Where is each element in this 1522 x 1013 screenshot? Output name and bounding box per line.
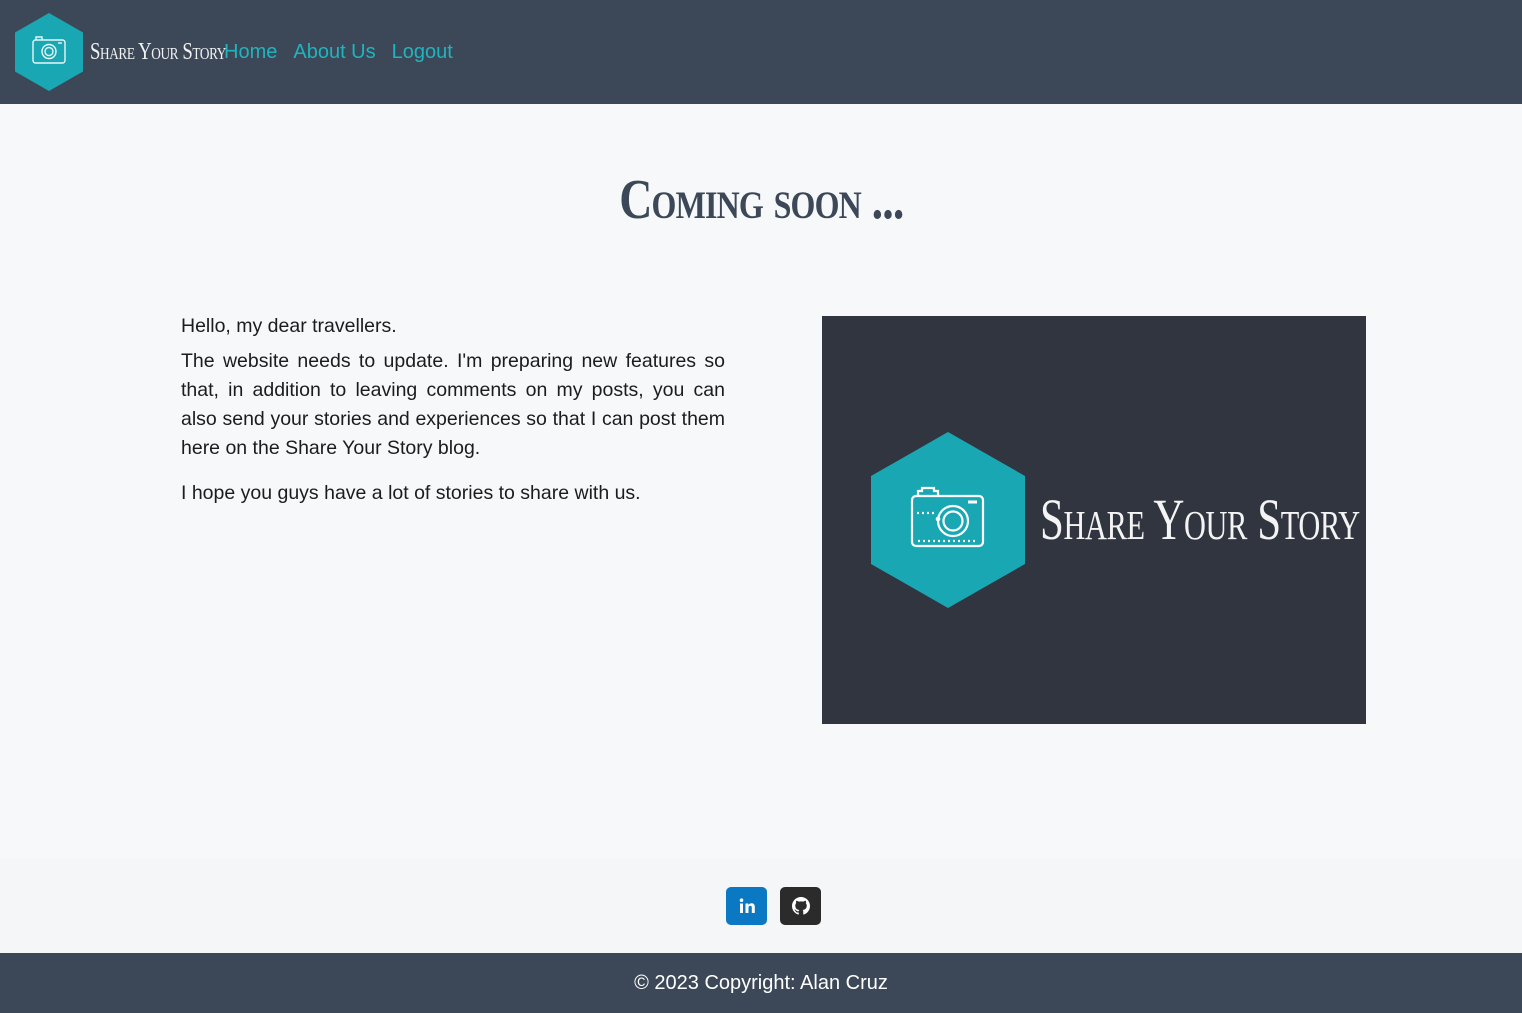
navbar: Share Your Story Home About Us Logout	[0, 0, 1522, 104]
nav-links: Home About Us Logout	[224, 41, 469, 64]
brand-name: Share Your Story	[90, 38, 226, 65]
linkedin-button[interactable]	[726, 887, 767, 925]
intro-text: Hello, my dear travellers. The website n…	[181, 312, 725, 514]
brand-logo-link[interactable]: Share Your Story	[14, 12, 230, 92]
nav-link-home[interactable]: Home	[224, 41, 277, 64]
nav-link-logout[interactable]: Logout	[392, 41, 453, 64]
page-title-text: Coming soon ...	[618, 169, 904, 231]
closing-paragraph: I hope you guys have a lot of stories to…	[181, 482, 641, 504]
hero-brand-name: Share Your Story	[1040, 487, 1360, 552]
github-icon	[791, 897, 810, 915]
body-paragraph: The website needs to update. I'm prepari…	[181, 350, 725, 459]
greeting-text: Hello, my dear travellers.	[181, 315, 397, 337]
github-button[interactable]	[780, 887, 821, 925]
linkedin-icon	[739, 898, 755, 913]
footer: © 2023 Copyright: Alan Cruz	[0, 953, 1522, 1013]
hero-logo-image: Share Your Story	[822, 316, 1366, 724]
camera-hexagon-logo-icon	[14, 12, 84, 92]
page-title: Coming soon ...	[0, 168, 1522, 232]
copyright-text: © 2023 Copyright: Alan Cruz	[634, 971, 888, 994]
nav-link-about-us[interactable]: About Us	[293, 41, 375, 64]
